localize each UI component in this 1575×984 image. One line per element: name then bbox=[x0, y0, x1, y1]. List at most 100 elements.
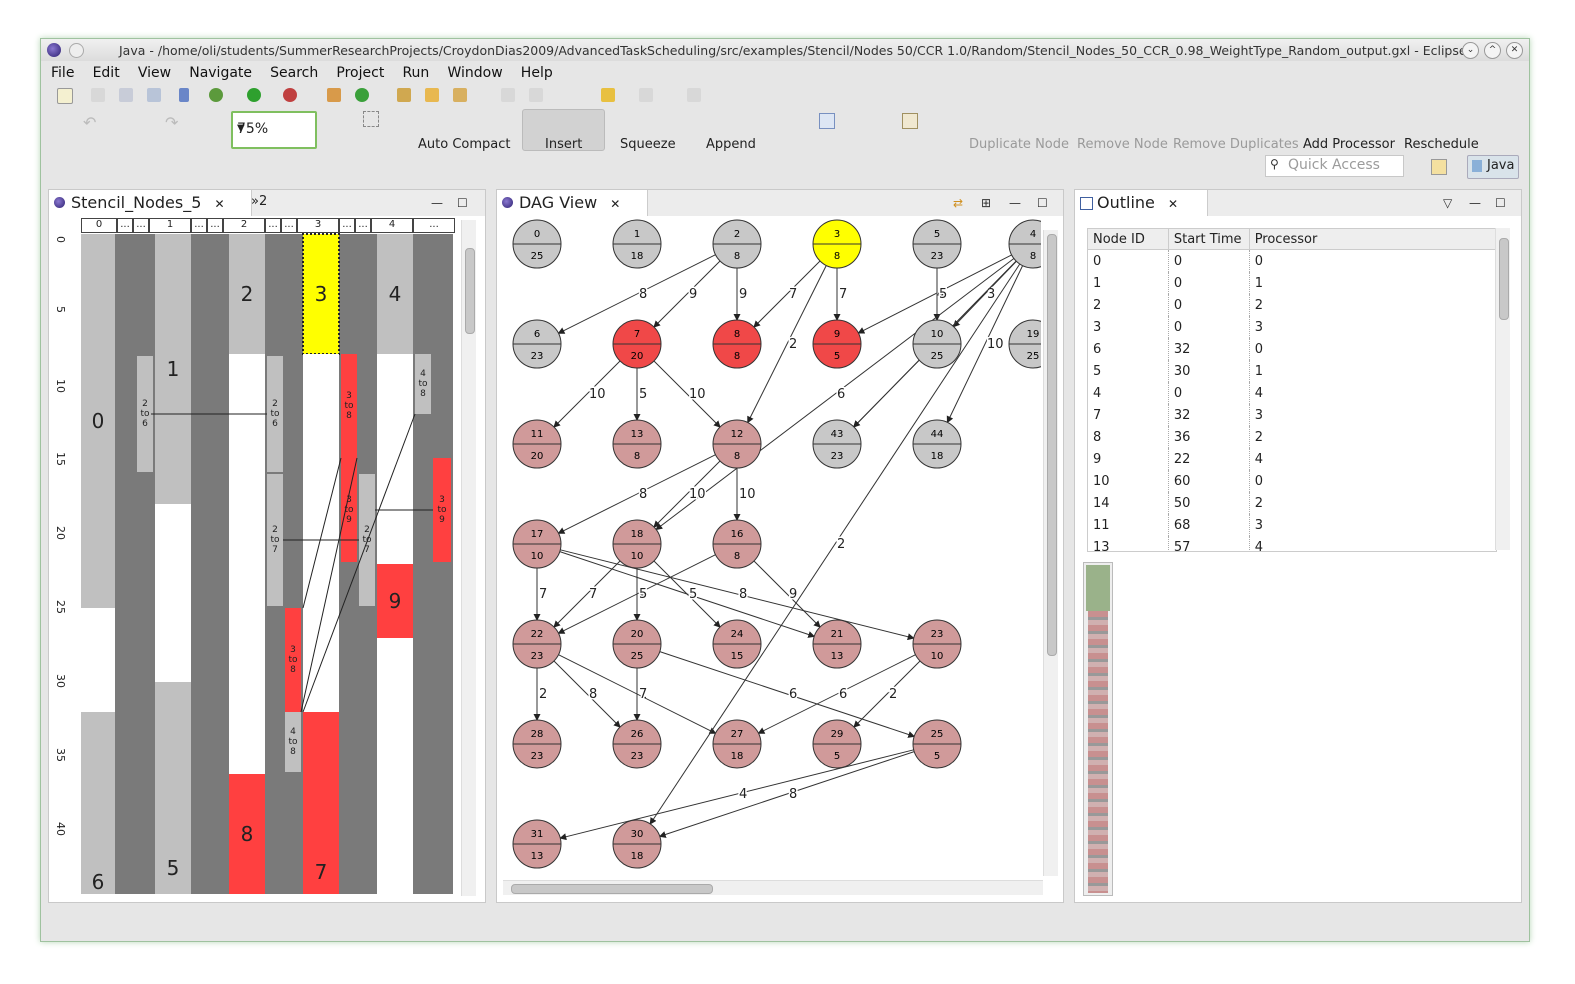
close-window-button[interactable]: ✕ bbox=[1506, 42, 1523, 59]
dag-node[interactable]: 1710 bbox=[512, 519, 562, 569]
table-row[interactable]: 9 22 4 bbox=[1088, 448, 1496, 470]
dag-node[interactable]: 24 15 bbox=[712, 619, 762, 669]
table-row[interactable]: 10 60 0 bbox=[1088, 470, 1496, 492]
pin-editor-icon[interactable] bbox=[687, 88, 701, 102]
dag-edge[interactable] bbox=[659, 651, 916, 738]
table-row[interactable]: 14 50 2 bbox=[1088, 492, 1496, 514]
scroll-thumb[interactable] bbox=[465, 248, 475, 334]
dag-node[interactable]: 16 8 bbox=[712, 519, 762, 569]
menu-edit[interactable]: Edit bbox=[93, 63, 120, 83]
dag-node[interactable]: 1 18 bbox=[612, 219, 662, 269]
table-row[interactable]: 7 32 3 bbox=[1088, 404, 1496, 426]
dag-node[interactable]: 43 23 bbox=[812, 419, 862, 469]
dag-node[interactable]: 1925 bbox=[1008, 319, 1041, 369]
minimize-icon[interactable]: — bbox=[1009, 196, 1021, 210]
layout-tree-icon[interactable]: ⊞ bbox=[981, 196, 991, 210]
minimize-icon[interactable]: — bbox=[1469, 196, 1481, 210]
auto-compact-button[interactable]: Auto Compact bbox=[418, 137, 510, 152]
dag-node[interactable]: 30 18 bbox=[612, 819, 662, 869]
dag-node[interactable]: 25 5 bbox=[912, 719, 962, 769]
gantt-chart[interactable]: 0 ... ... 1 ... ... 2 ... ... 3 ... ... … bbox=[55, 218, 473, 894]
close-icon[interactable]: ✕ bbox=[1168, 197, 1178, 211]
table-row[interactable]: 101 bbox=[1088, 272, 1496, 294]
maximize-icon[interactable]: ☐ bbox=[457, 196, 468, 210]
dag-canvas[interactable]: 8997745321051041010681010775458952287662… bbox=[501, 218, 1041, 878]
dag-node[interactable]: 21 13 bbox=[812, 619, 862, 669]
menu-search[interactable]: Search bbox=[270, 63, 318, 83]
quick-access-input[interactable]: ⚲ Quick Access bbox=[1265, 155, 1404, 177]
print-icon[interactable] bbox=[147, 88, 161, 102]
dag-node[interactable]: 29 5 bbox=[812, 719, 862, 769]
save-all-icon[interactable] bbox=[119, 88, 133, 102]
outline-vertical-scrollbar[interactable] bbox=[1495, 228, 1510, 550]
dag-node[interactable]: 0 25 bbox=[512, 219, 562, 269]
menu-file[interactable]: File bbox=[51, 63, 74, 83]
tab-outline[interactable]: Outline ✕ bbox=[1075, 190, 1208, 216]
close-icon[interactable]: ✕ bbox=[214, 197, 224, 211]
squeeze-button[interactable]: Squeeze bbox=[620, 137, 676, 152]
menu-navigate[interactable]: Navigate bbox=[189, 63, 252, 83]
debug-icon[interactable] bbox=[209, 88, 223, 102]
dag-node[interactable]: 10 25 bbox=[912, 319, 962, 369]
dag-node[interactable]: 31 13 bbox=[512, 819, 562, 869]
svg-export-icon[interactable] bbox=[819, 113, 835, 129]
dag-edge[interactable] bbox=[553, 560, 621, 628]
menu-project[interactable]: Project bbox=[336, 63, 384, 83]
dag-edge[interactable] bbox=[653, 360, 721, 428]
remove-node-button[interactable]: Remove Node bbox=[1077, 137, 1168, 152]
window-menu-icon[interactable] bbox=[69, 43, 84, 58]
dag-node[interactable]: 1810 bbox=[612, 519, 662, 569]
zoom-select[interactable]: 75% ▼ bbox=[231, 111, 317, 149]
maximize-window-button[interactable]: ^ bbox=[1484, 42, 1501, 59]
more-tabs-button[interactable]: »2 bbox=[251, 194, 267, 209]
next-annotation-icon[interactable] bbox=[529, 88, 543, 102]
dag-edge[interactable] bbox=[553, 660, 621, 728]
table-row[interactable]: 8 36 2 bbox=[1088, 426, 1496, 448]
table-row[interactable]: 11 68 3 bbox=[1088, 514, 1496, 536]
tab-stencil-nodes[interactable]: Stencil_Nodes_5 ✕ bbox=[49, 190, 252, 216]
dag-node[interactable]: 13 8 bbox=[612, 419, 662, 469]
minimize-icon[interactable]: — bbox=[431, 196, 443, 210]
dag-node[interactable]: 28 bbox=[712, 219, 762, 269]
table-row[interactable]: 303 bbox=[1088, 316, 1496, 338]
dag-edge[interactable] bbox=[653, 560, 721, 628]
dag-node[interactable]: 12 8 bbox=[712, 419, 762, 469]
open-perspective-icon[interactable] bbox=[1431, 159, 1447, 175]
pin-icon[interactable] bbox=[179, 88, 189, 102]
menu-help[interactable]: Help bbox=[521, 63, 553, 83]
menu-run[interactable]: Run bbox=[402, 63, 429, 83]
dag-node[interactable]: 38 bbox=[812, 219, 862, 269]
dag-edge[interactable] bbox=[553, 360, 621, 428]
dag-edge[interactable] bbox=[853, 660, 921, 728]
duplicate-node-button[interactable]: Duplicate Node bbox=[969, 137, 1069, 152]
tab-dag-view[interactable]: DAG View ✕ bbox=[497, 190, 648, 216]
save-icon[interactable] bbox=[91, 88, 105, 102]
dag-node[interactable]: 22 23 bbox=[512, 619, 562, 669]
table-row[interactable]: 6 32 0 bbox=[1088, 338, 1496, 360]
prev-annotation-icon[interactable] bbox=[501, 88, 515, 102]
tools-icon[interactable] bbox=[453, 88, 467, 102]
dag-node[interactable]: 11 20 bbox=[512, 419, 562, 469]
menu-view[interactable]: View bbox=[138, 63, 171, 83]
dag-node[interactable]: 2025 bbox=[612, 619, 662, 669]
run-icon[interactable] bbox=[247, 88, 261, 102]
append-button[interactable]: Append bbox=[706, 137, 756, 152]
dag-node[interactable]: 28 23 bbox=[512, 719, 562, 769]
back-icon[interactable] bbox=[601, 88, 615, 102]
dag-node[interactable]: 26 23 bbox=[612, 719, 662, 769]
layout-icon[interactable] bbox=[363, 111, 379, 127]
menu-window[interactable]: Window bbox=[447, 63, 502, 83]
undo-icon[interactable]: ↶ bbox=[83, 113, 96, 132]
overview-thumbnail[interactable] bbox=[1083, 562, 1113, 896]
redo-icon[interactable]: ↷ bbox=[165, 113, 178, 132]
overview-viewport[interactable] bbox=[1086, 565, 1110, 611]
schedule-table[interactable]: Node ID Start Time Processor 00010120230… bbox=[1087, 228, 1497, 552]
external-tools-icon[interactable] bbox=[283, 88, 297, 102]
dag-edge[interactable] bbox=[658, 751, 915, 838]
dag-edge[interactable] bbox=[655, 258, 1015, 531]
table-row[interactable]: 000 bbox=[1088, 249, 1496, 272]
table-row[interactable]: 404 bbox=[1088, 382, 1496, 404]
remove-duplicates-button[interactable]: Remove Duplicates bbox=[1173, 137, 1299, 152]
table-row[interactable]: 202 bbox=[1088, 294, 1496, 316]
minimize-window-button[interactable]: ⌄ bbox=[1462, 42, 1479, 59]
